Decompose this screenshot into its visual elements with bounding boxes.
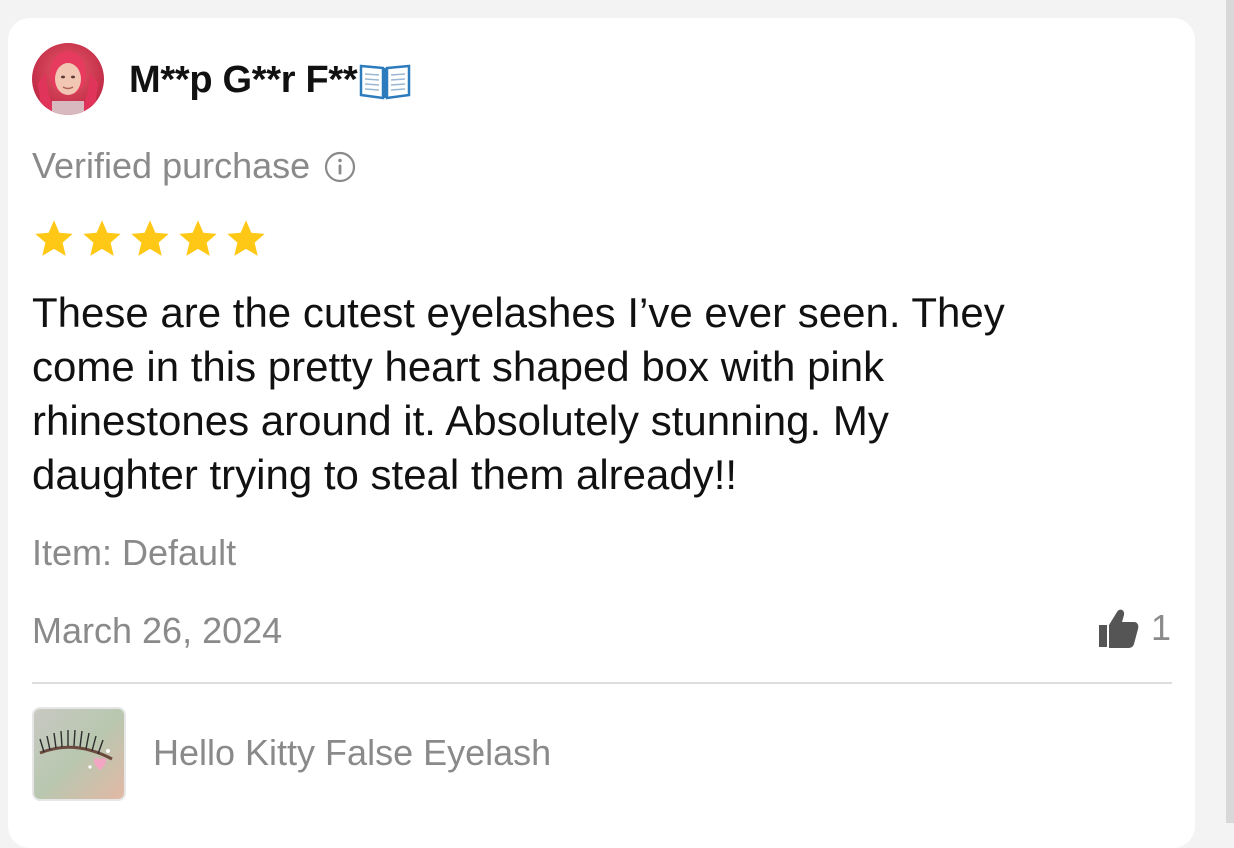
reviewer-name[interactable]: M**p G**r F** <box>129 58 411 102</box>
info-icon[interactable] <box>324 150 356 183</box>
product-thumbnail[interactable] <box>32 707 126 801</box>
item-variant: Item: Default <box>32 532 237 573</box>
reviewer-name-text: M**p G**r F** <box>129 58 358 101</box>
verified-purchase: Verified purchase <box>32 144 356 188</box>
like-button[interactable]: 1 <box>1095 604 1171 652</box>
star-icon <box>35 220 73 256</box>
divider <box>32 682 1172 684</box>
open-book-icon <box>359 60 411 100</box>
review-date: March 26, 2024 <box>32 610 283 651</box>
star-icon <box>83 220 121 256</box>
verified-purchase-label: Verified purchase <box>32 145 311 186</box>
avatar[interactable] <box>32 43 104 115</box>
star-icon <box>131 220 169 256</box>
star-rating <box>32 217 268 261</box>
star-icon <box>227 220 265 256</box>
like-count: 1 <box>1150 607 1171 648</box>
scrollbar-rail <box>1226 0 1234 823</box>
review-card: M**p G**r F** Verified purchase These ar… <box>8 18 1195 848</box>
thumbs-up-icon <box>1095 605 1141 651</box>
star-icon <box>179 220 217 256</box>
review-text: These are the cutest eyelashes I’ve ever… <box>32 289 1005 498</box>
product-name[interactable]: Hello Kitty False Eyelash <box>153 732 551 774</box>
